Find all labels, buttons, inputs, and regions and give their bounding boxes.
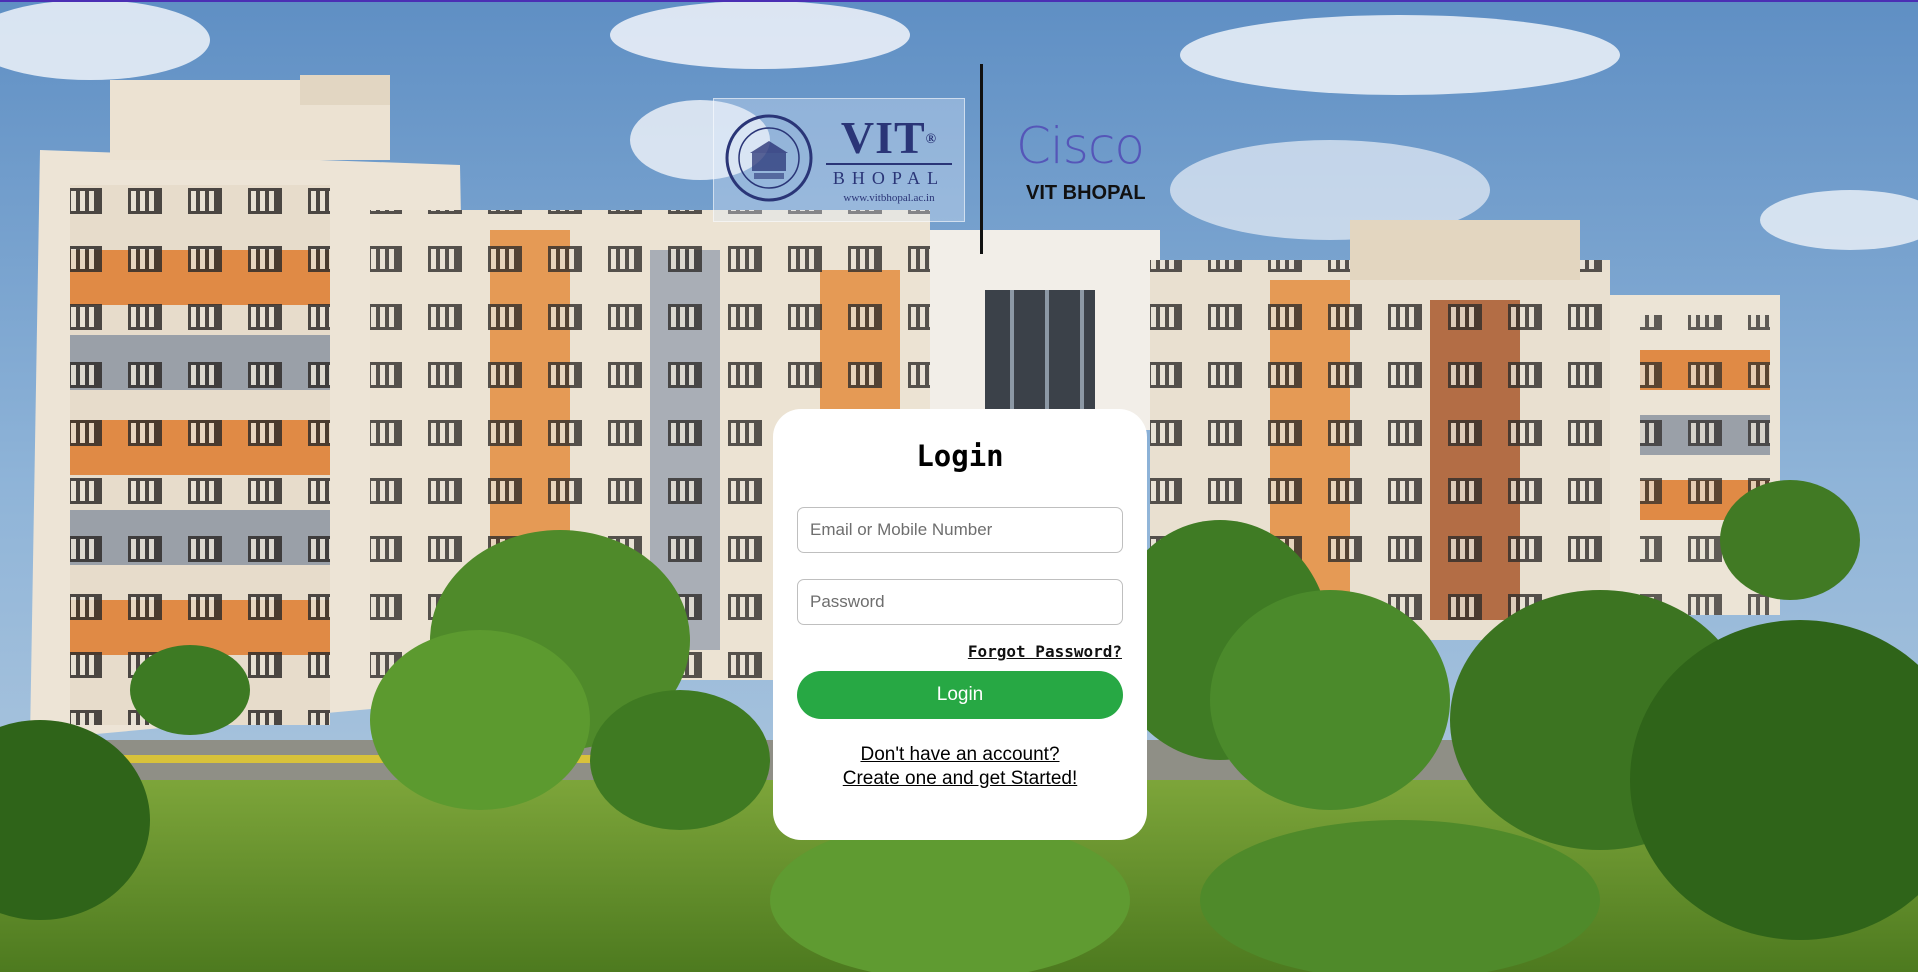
vit-campus: BHOPAL	[832, 168, 946, 188]
signup-line-1: Don't have an account?	[860, 744, 1060, 765]
top-accent-strip	[0, 0, 1918, 2]
vit-wordmark: VIT® BHOPAL www.vitbhopal.ac.in	[820, 115, 958, 204]
signup-link[interactable]: Don't have an account? Create one and ge…	[773, 743, 1147, 791]
vit-name: VIT®	[840, 112, 938, 163]
cisco-subtitle: VIT BHOPAL	[1026, 182, 1146, 204]
vit-bhopal-logo: VIT® BHOPAL www.vitbhopal.ac.in	[713, 98, 965, 222]
forgot-password-link[interactable]: Forgot Password?	[968, 642, 1122, 661]
login-title: Login	[916, 439, 1004, 473]
vit-seal-icon	[725, 114, 813, 202]
vit-url: www.vitbhopal.ac.in	[843, 192, 935, 204]
email-input[interactable]	[797, 507, 1123, 553]
vit-rule	[826, 163, 952, 165]
header-logos: VIT® BHOPAL www.vitbhopal.ac.in Cisco VI…	[0, 0, 1918, 260]
login-card: Login Forgot Password? Login Don't have …	[773, 409, 1147, 840]
login-button[interactable]: Login	[797, 671, 1123, 719]
cisco-logo: Cisco	[1016, 117, 1145, 175]
logo-divider	[980, 64, 983, 254]
password-input[interactable]	[797, 579, 1123, 625]
signup-line-2: Create one and get Started!	[842, 768, 1078, 789]
